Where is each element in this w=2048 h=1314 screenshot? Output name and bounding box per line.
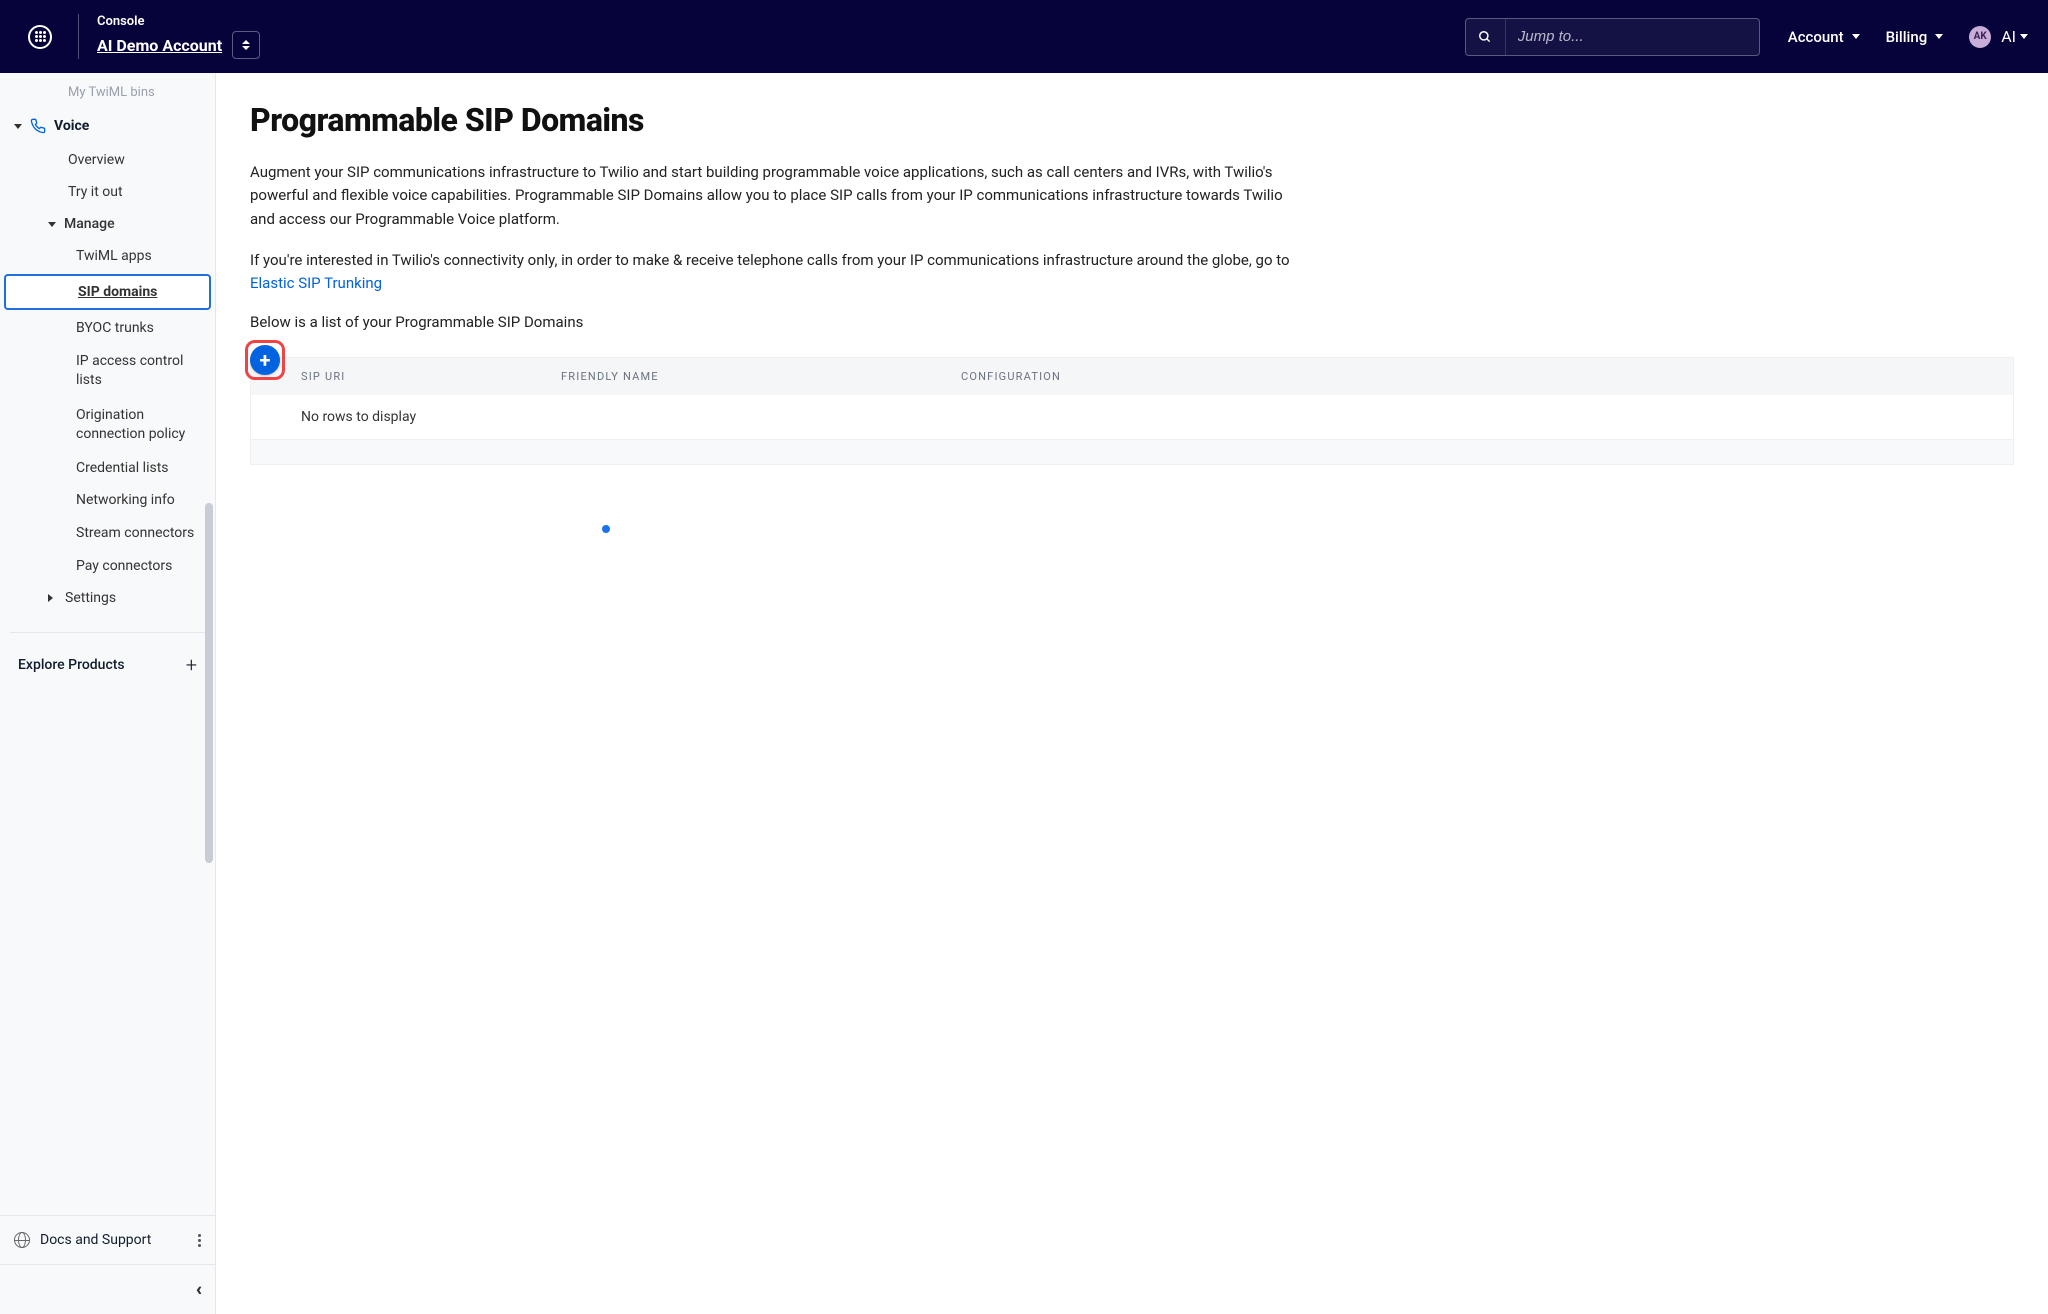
chevron-down-icon [1935,34,1943,39]
chevron-down-icon [14,124,22,129]
chevron-right-icon [48,594,57,602]
sidebar-item-networking-info[interactable]: Networking info [0,484,215,516]
plus-icon: + [260,350,271,370]
chevron-down-icon [2020,34,2028,39]
search-input[interactable] [1506,28,1759,45]
sidebar-item-manage[interactable]: Manage [0,208,215,240]
account-name[interactable]: AI Demo Account [97,36,222,55]
table-header: SIP URI FRIENDLY NAME CONFIGURATION [251,358,2013,395]
account-block: Console AI Demo Account [97,14,260,59]
sidebar-item-origination[interactable]: Origination connection policy [0,398,215,452]
console-label: Console [97,14,260,29]
explore-label: Explore Products [18,657,125,673]
chevron-double-left-icon: ‹‹ [196,1279,197,1300]
col-friendly-name: FRIENDLY NAME [561,370,961,383]
app-header: Console AI Demo Account Account Billing … [0,0,2048,73]
sidebar-item-try-it-out[interactable]: Try it out [0,176,215,208]
main-content: Programmable SIP Domains Augment your SI… [216,73,2048,1314]
sidebar-footer: Docs and Support ‹‹ [0,1215,215,1314]
table-empty-row: No rows to display [251,395,2013,440]
sidebar-item-twiml-bins[interactable]: My TwiML bins [0,77,215,108]
para2-text: If you're interested in Twilio's connect… [250,251,1290,269]
col-sip-uri: SIP URI [301,370,561,383]
chevron-down-icon [1852,34,1860,39]
search-icon[interactable] [1466,19,1506,55]
brand-logo[interactable] [20,17,60,57]
more-icon[interactable] [198,1234,201,1247]
sidebar-item-label: Manage [64,216,115,232]
sidebar-item-overview[interactable]: Overview [0,144,215,176]
docs-label: Docs and Support [40,1232,151,1248]
logo-icon [28,25,52,49]
sidebar-section-label: Voice [54,118,89,134]
chevron-down-icon [48,222,56,227]
plus-icon: + [186,653,197,677]
table-footer-stripe [251,440,2013,464]
intro-paragraph-1: Augment your SIP communications infrastr… [250,161,1310,231]
phone-icon [30,118,46,134]
account-switch-button[interactable] [232,31,260,59]
sidebar-item-settings[interactable]: Settings [0,582,215,614]
intro-paragraph-2: If you're interested in Twilio's connect… [250,249,1310,296]
sidebar-divider [10,632,205,633]
account-menu-label: Account [1788,28,1844,46]
add-sip-domain-button[interactable]: + [250,345,280,375]
sidebar-scrollbar[interactable] [205,503,213,863]
search-box[interactable] [1465,18,1760,56]
sidebar-item-sip-domains[interactable]: SIP domains [4,274,211,310]
sidebar-item-twiml-apps[interactable]: TwiML apps [0,240,215,272]
sidebar-item-label: Settings [65,590,116,606]
sidebar-item-byoc-trunks[interactable]: BYOC trunks [0,312,215,344]
sidebar-item-pay-connectors[interactable]: Pay connectors [0,550,215,582]
elastic-sip-trunking-link[interactable]: Elastic SIP Trunking [250,274,382,292]
sidebar-docs-support[interactable]: Docs and Support [0,1216,215,1264]
sort-icon [241,40,251,50]
list-subhead: Below is a list of your Programmable SIP… [250,313,2014,331]
sidebar: My TwiML bins Voice Overview Try it out … [0,73,216,1314]
sip-domains-table: SIP URI FRIENDLY NAME CONFIGURATION No r… [250,357,2014,465]
billing-menu[interactable]: Billing [1886,28,1944,46]
page-title: Programmable SIP Domains [250,101,2014,139]
user-label: AI [2001,27,2016,46]
sidebar-item-stream-connectors[interactable]: Stream connectors [0,516,215,551]
avatar: AK [1969,26,1991,48]
globe-icon [14,1232,30,1248]
sidebar-item-credential-lists[interactable]: Credential lists [0,452,215,484]
sidebar-explore-products[interactable]: Explore Products + [0,641,215,689]
header-divider [78,14,79,59]
sidebar-section-voice[interactable]: Voice [0,108,215,144]
add-button-highlight: + [250,345,280,375]
sidebar-collapse-button[interactable]: ‹‹ [0,1264,215,1314]
user-menu[interactable]: AK AI [1969,26,2028,48]
billing-menu-label: Billing [1886,28,1928,46]
account-menu[interactable]: Account [1788,28,1860,46]
sidebar-item-ip-acl[interactable]: IP access control lists [0,344,215,398]
indicator-dot [602,525,610,533]
col-configuration: CONFIGURATION [961,370,2013,383]
